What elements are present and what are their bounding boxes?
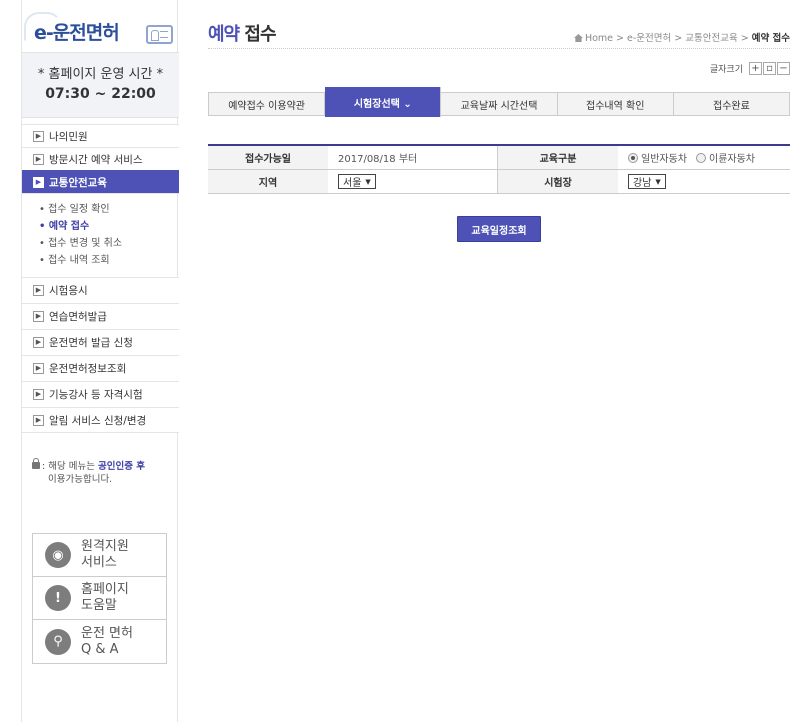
hours-title: * 홈페이지 운영 시간 * <box>37 67 164 82</box>
sidebar-item-label: 나의민원 <box>49 130 88 143</box>
sidebar-item-instructor-exam[interactable]: ▶ 기능강사 등 자격시험 <box>22 381 179 407</box>
submenu-item-reservation[interactable]: • 예약 접수 <box>39 218 179 235</box>
reservation-form: 접수가능일 2017/08/18 부터 교육구분 일반자동차 이륜자동차 지역 … <box>208 144 790 194</box>
test-site-cell: 강남 ▼ <box>618 170 790 193</box>
font-size-decrease-button[interactable]: − <box>777 62 790 75</box>
breadcrumb: Home > e-운전면허 > 교통안전교육 > 예약 접수 <box>573 30 790 44</box>
test-site-label: 시험장 <box>498 170 618 193</box>
submenu-item-schedule-check[interactable]: • 접수 일정 확인 <box>39 201 179 218</box>
certificate-notice: : 해당 메뉴는 공인인증 후 이용가능합니다. <box>32 458 177 486</box>
chevron-right-icon: ▶ <box>33 337 44 348</box>
notice-prefix: : 해당 메뉴는 <box>42 461 98 472</box>
help-label: 운전 면허 Q & A <box>81 625 133 657</box>
home-icon <box>573 34 583 42</box>
chevron-right-icon: ▶ <box>33 363 44 374</box>
step-tabs: 예약접수 이용약관 시험장선택 ⌄ 교육날짜 시간선택 접수내역 확인 접수완료 <box>208 87 790 117</box>
sidebar-item-label: 기능강사 등 자격시험 <box>49 389 143 401</box>
sidebar-item-license-issue[interactable]: ▶ 운전면허 발급 신청 <box>22 329 179 355</box>
wifi-icon: ◉ <box>45 542 71 568</box>
operating-hours: * 홈페이지 운영 시간 * 07:30 ~ 22:00 <box>22 52 179 118</box>
sidebar-item-label: 교통안전교육 <box>49 176 107 189</box>
education-type-label: 교육구분 <box>498 146 618 169</box>
tab-site-select[interactable]: 시험장선택 ⌄ <box>325 87 442 117</box>
font-size-reset-button[interactable]: ▫ <box>763 62 776 75</box>
help-label: 원격지원 서비스 <box>81 539 129 570</box>
sidebar-menu: ▶ 나의민원 ▶ 방문시간 예약 서비스 ▶ 교통안전교육 • 접수 일정 확인… <box>22 124 179 433</box>
available-date-value: 2017/08/18 부터 <box>328 146 498 169</box>
sidebar-item-notification[interactable]: ▶ 알림 서비스 신청/변경 <box>22 407 179 433</box>
sidebar-item-label: 연습면허발급 <box>49 311 107 323</box>
license-card-icon <box>146 25 173 44</box>
notice-highlight: 공인인증 후 <box>97 461 145 472</box>
sidebar-item-practice-license[interactable]: ▶ 연습면허발급 <box>22 303 179 329</box>
breadcrumb-current: 예약 접수 <box>751 33 790 44</box>
submenu-item-history[interactable]: • 접수 내역 조회 <box>39 252 179 269</box>
sidebar-item-label: 운전면허정보조회 <box>49 363 127 375</box>
tab-complete[interactable]: 접수완료 <box>673 93 790 115</box>
search-icon: ⚲ <box>45 628 71 655</box>
sidebar-item-label: 방문시간 예약 서비스 <box>49 153 143 166</box>
sidebar-item-my-applications[interactable]: ▶ 나의민원 <box>22 124 179 147</box>
logo[interactable]: e-운전면허 <box>22 6 179 48</box>
page-title: 예약 접수 <box>208 24 277 45</box>
breadcrumb-level1[interactable]: e-운전면허 <box>627 33 671 44</box>
breadcrumb-level2[interactable]: 교통안전교육 <box>685 33 737 44</box>
chevron-right-icon: ▶ <box>33 130 44 142</box>
chevron-right-icon: ▶ <box>33 285 44 296</box>
sidebar-item-traffic-safety-education[interactable]: ▶ 교통안전교육 <box>22 170 179 193</box>
title-divider <box>208 48 790 50</box>
form-row: 지역 서울 ▼ 시험장 강남 ▼ <box>208 170 790 194</box>
sidebar-item-license-info[interactable]: ▶ 운전면허정보조회 <box>22 355 179 381</box>
chevron-right-icon: ▶ <box>33 153 44 165</box>
sidebar-item-label: 운전면허 발급 신청 <box>49 337 133 349</box>
form-row: 접수가능일 2017/08/18 부터 교육구분 일반자동차 이륜자동차 <box>208 146 790 170</box>
region-cell: 서울 ▼ <box>328 170 498 193</box>
chevron-right-icon: ▶ <box>33 414 44 426</box>
breadcrumb-home[interactable]: Home <box>585 33 613 44</box>
sidebar-item-label: 시험응시 <box>49 285 88 297</box>
license-qa-link[interactable]: ⚲ 운전 면허 Q & A <box>33 620 166 663</box>
font-size-label: 글자크기 <box>709 65 743 75</box>
main-content: 예약 접수 Home > e-운전면허 > 교통안전교육 > 예약 접수 글자크… <box>208 0 790 722</box>
sidebar: e-운전면허 * 홈페이지 운영 시간 * 07:30 ~ 22:00 ▶ 나의… <box>21 0 179 722</box>
help-label: 홈페이지 도움말 <box>81 582 129 613</box>
region-label: 지역 <box>208 170 328 193</box>
logo-text: e-운전면허 <box>34 22 120 44</box>
submenu: • 접수 일정 확인 • 예약 접수 • 접수 변경 및 취소 • 접수 내역 … <box>22 193 179 277</box>
chevron-right-icon: ▶ <box>33 311 44 322</box>
radio-regular-car[interactable]: 일반자동차 <box>628 150 687 165</box>
test-site-select[interactable]: 강남 ▼ <box>628 174 666 189</box>
chevron-right-icon: ▶ <box>33 389 44 400</box>
education-schedule-search-button[interactable]: 교육일정조회 <box>457 216 541 242</box>
tab-confirm[interactable]: 접수내역 확인 <box>557 93 674 115</box>
notice-suffix: 이용가능합니다. <box>48 474 113 485</box>
radio-dot-icon <box>628 152 638 163</box>
homepage-help-link[interactable]: ! 홈페이지 도움말 <box>33 577 166 620</box>
hours-time: 07:30 ~ 22:00 <box>45 86 156 102</box>
help-box: ◉ 원격지원 서비스 ! 홈페이지 도움말 ⚲ 운전 면허 Q & A <box>32 533 167 664</box>
submenu-item-change-cancel[interactable]: • 접수 변경 및 취소 <box>39 235 179 252</box>
education-type-options: 일반자동차 이륜자동차 <box>618 146 790 169</box>
lock-icon <box>32 458 40 469</box>
dropdown-arrow-icon: ▼ <box>655 177 661 186</box>
available-date-label: 접수가능일 <box>208 146 328 169</box>
alert-icon: ! <box>45 585 71 611</box>
radio-dot-icon <box>696 152 706 163</box>
tab-terms[interactable]: 예약접수 이용약관 <box>209 93 326 115</box>
sidebar-item-label: 알림 서비스 신청/변경 <box>49 414 147 427</box>
tab-date-time-select[interactable]: 교육날짜 시간선택 <box>441 93 558 115</box>
region-select[interactable]: 서울 ▼ <box>338 174 376 189</box>
font-size-increase-button[interactable]: + <box>749 62 762 75</box>
chevron-right-icon: ▶ <box>33 176 44 188</box>
sidebar-item-visit-reservation[interactable]: ▶ 방문시간 예약 서비스 <box>22 147 179 170</box>
dropdown-arrow-icon: ▼ <box>365 177 371 186</box>
remote-support-link[interactable]: ◉ 원격지원 서비스 <box>33 534 166 577</box>
sidebar-item-exam[interactable]: ▶ 시험응시 <box>22 277 179 303</box>
radio-motorcycle[interactable]: 이륜자동차 <box>696 150 755 165</box>
font-size-control: 글자크기 + ▫ − <box>710 62 790 75</box>
